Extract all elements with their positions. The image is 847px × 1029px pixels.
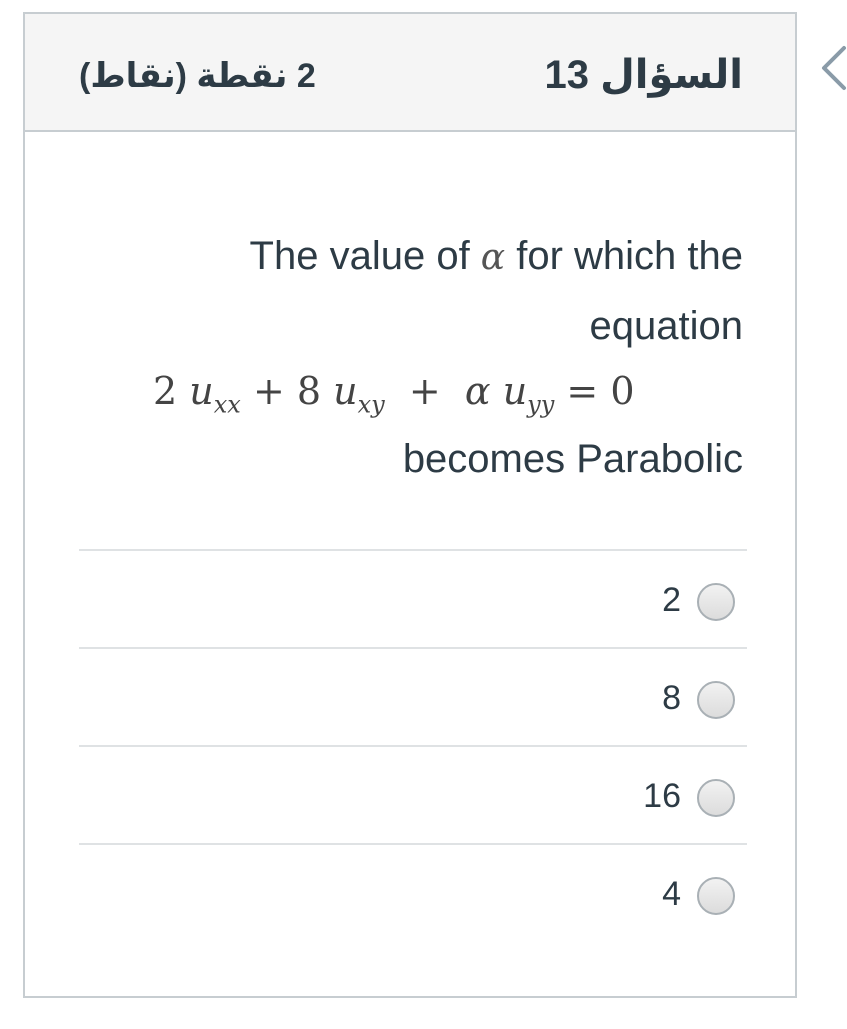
eq-rhs: 0 xyxy=(610,369,635,413)
eq-sub-1: xx xyxy=(213,390,241,419)
question-text-end: becomes Parabolic xyxy=(402,437,743,481)
answer-label[interactable]: 8 xyxy=(662,679,681,718)
equation: 2 uxx + 8 uxy + α uyy = 0 xyxy=(153,369,635,419)
eq-u-3: u xyxy=(502,369,528,413)
eq-u-2: u xyxy=(333,369,358,413)
eq-plus-1: + xyxy=(252,369,285,413)
radio-unchecked-icon[interactable] xyxy=(697,779,735,817)
eq-plus-2: + xyxy=(408,369,441,413)
answer-list: 2 8 16 4 xyxy=(79,549,747,941)
question-header: السؤال 13 2 نقطة (نقاط) xyxy=(25,14,795,132)
eq-equals: = xyxy=(566,369,599,413)
answer-option[interactable]: 16 xyxy=(79,745,747,843)
answer-label[interactable]: 16 xyxy=(643,777,681,816)
answer-label[interactable]: 2 xyxy=(662,581,681,620)
question-text: The value of α for which the equation xyxy=(103,222,743,360)
answer-label[interactable]: 4 xyxy=(662,875,681,914)
eq-sub-2: xy xyxy=(357,390,385,419)
question-title: السؤال 13 xyxy=(544,53,743,97)
eq-coef-1: 2 xyxy=(153,369,178,413)
question-card: السؤال 13 2 نقطة (نقاط) The value of α f… xyxy=(23,12,797,998)
question-points: 2 نقطة (نقاط) xyxy=(79,57,316,95)
radio-unchecked-icon[interactable] xyxy=(697,583,735,621)
alpha-symbol: α xyxy=(480,237,506,278)
answer-option[interactable]: 8 xyxy=(79,647,747,745)
eq-coef-2: 8 xyxy=(296,369,322,413)
eq-sub-3: yy xyxy=(527,390,555,419)
eq-alpha: α xyxy=(464,369,491,413)
radio-unchecked-icon[interactable] xyxy=(697,681,735,719)
answer-option[interactable]: 4 xyxy=(79,843,747,941)
question-text-middle: for which the equation xyxy=(505,234,743,348)
chevron-left-icon[interactable] xyxy=(820,44,847,92)
radio-unchecked-icon[interactable] xyxy=(697,877,735,915)
answer-option[interactable]: 2 xyxy=(79,549,747,647)
eq-u-1: u xyxy=(189,369,214,413)
question-text-start: The value of xyxy=(249,234,481,278)
